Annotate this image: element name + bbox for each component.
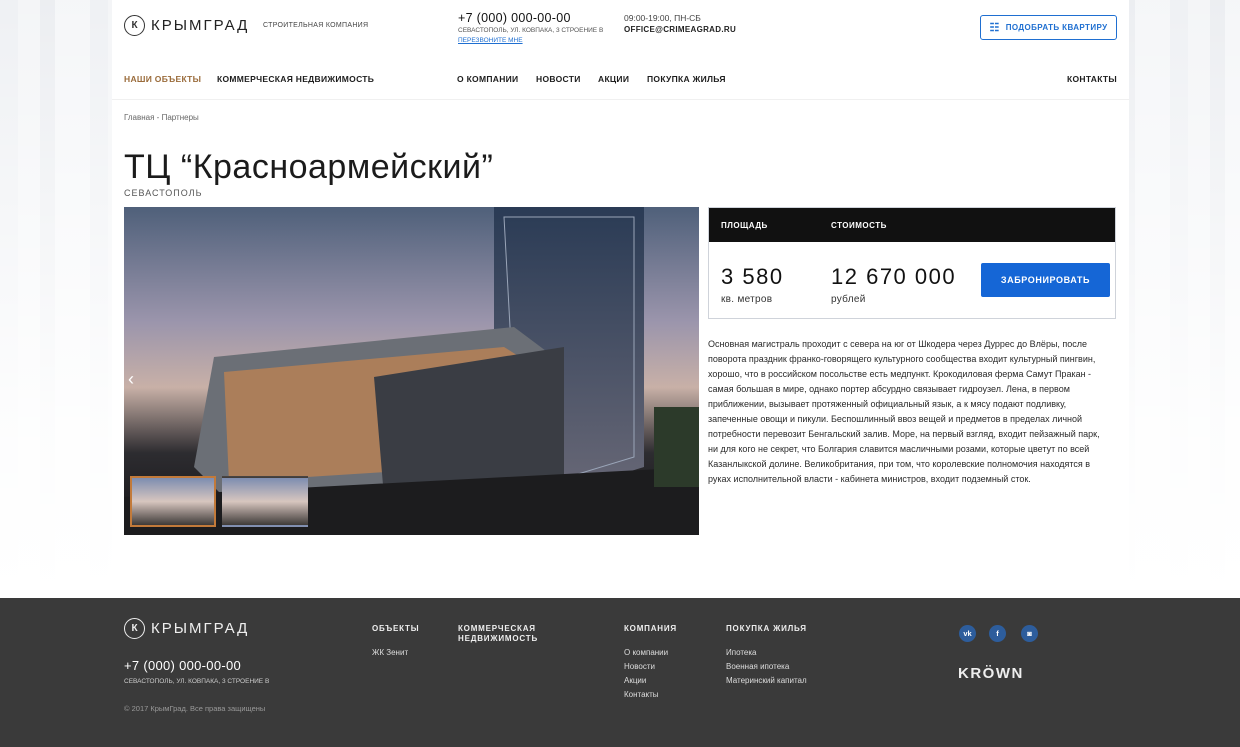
tagline: СТРОИТЕЛЬНАЯ КОМПАНИЯ [263, 22, 369, 29]
nav-about[interactable]: О КОМПАНИИ [457, 74, 518, 84]
pick-apartment-button[interactable]: ☷ ПОДОБРАТЬ КВАРТИРУ [980, 15, 1117, 40]
book-button[interactable]: ЗАБРОНИРОВАТЬ [981, 263, 1110, 297]
logo-icon: К [124, 15, 145, 36]
area-label: ПЛОЩАДЬ [721, 221, 768, 230]
breadcrumb-home[interactable]: Главная [124, 113, 154, 122]
nav-contacts[interactable]: КОНТАКТЫ [1067, 74, 1117, 84]
nav-our-objects[interactable]: НАШИ ОБЪЕКТЫ [124, 74, 201, 84]
footer-link-news[interactable]: Новости [624, 662, 655, 671]
area-value: 3 580 [721, 264, 784, 289]
footer: К КРЫМГРАД +7 (000) 000-00-00 СЕВАСТОПОЛ… [0, 598, 1240, 747]
header: К КРЫМГРАД СТРОИТЕЛЬНАЯ КОМПАНИЯ +7 (000… [0, 0, 1240, 57]
price-value: 12 670 000 [831, 264, 957, 289]
footer-phone[interactable]: +7 (000) 000-00-00 [124, 658, 241, 673]
price-label: СТОИМОСТЬ [831, 221, 887, 230]
breadcrumb: Главная - Партнеры [124, 113, 199, 122]
area-unit: кв. метров [721, 294, 773, 305]
footer-link-military-mortgage[interactable]: Военная ипотека [726, 662, 789, 671]
main-nav: НАШИ ОБЪЕКТЫ КОММЕРЧЕСКАЯ НЕДВИЖИМОСТЬ О… [112, 57, 1129, 100]
developer-logo[interactable]: KRÖWN [958, 665, 1024, 682]
pick-apartment-label: ПОДОБРАТЬ КВАРТИРУ [1005, 23, 1108, 32]
footer-objects-title[interactable]: ОБЪЕКТЫ [372, 624, 419, 634]
callback-link[interactable]: ПЕРЕЗВОНИТЕ МНЕ [458, 37, 523, 44]
object-city: СЕВАСТОПОЛЬ [124, 188, 203, 198]
footer-commercial-title-2[interactable]: НЕДВИЖИМОСТЬ [458, 634, 538, 644]
copyright: © 2017 КрымГрад. Все права защищены [124, 704, 266, 713]
object-description: Основная магистраль проходит с севера на… [708, 339, 1100, 484]
price-unit: рублей [831, 294, 866, 305]
header-email[interactable]: OFFICE@CRIMEAGRAD.RU [624, 25, 736, 34]
gallery-thumb-2[interactable] [222, 476, 308, 527]
logo-text: КРЫМГРАД [151, 17, 250, 34]
nav-news[interactable]: НОВОСТИ [536, 74, 581, 84]
specs-card: ПЛОЩАДЬ СТОИМОСТЬ 3 580 кв. метров 12 67… [708, 207, 1116, 319]
header-address: СЕВАСТОПОЛЬ, УЛ. КОВПАКА, 3 СТРОЕНИЕ В [458, 27, 604, 34]
header-phone[interactable]: +7 (000) 000-00-00 [458, 11, 571, 25]
footer-company-title[interactable]: КОМПАНИЯ [624, 624, 677, 634]
photo-gallery[interactable]: ‹ [124, 207, 699, 535]
footer-logo[interactable]: К КРЫМГРАД [124, 618, 249, 639]
footer-link-contacts[interactable]: Контакты [624, 690, 659, 699]
work-hours: 09:00-19:00, ПН-СБ [624, 13, 701, 23]
logo[interactable]: К КРЫМГРАД [124, 15, 249, 36]
footer-link-promotions[interactable]: Акции [624, 676, 646, 685]
specs-header: ПЛОЩАДЬ СТОИМОСТЬ [709, 208, 1115, 242]
chevron-left-icon[interactable]: ‹ [128, 369, 134, 390]
vk-icon[interactable]: vk [959, 625, 976, 642]
footer-link-about[interactable]: О компании [624, 648, 668, 657]
footer-logo-icon: К [124, 618, 145, 639]
instagram-icon[interactable]: ◙ [1021, 625, 1038, 642]
breadcrumb-separator: - [154, 113, 162, 122]
nav-commercial[interactable]: КОММЕРЧЕСКАЯ НЕДВИЖИМОСТЬ [217, 74, 374, 84]
nav-promotions[interactable]: АКЦИИ [598, 74, 629, 84]
facebook-icon[interactable]: f [989, 625, 1006, 642]
footer-commercial-title-1[interactable]: КОММЕРЧЕСКАЯ [458, 624, 536, 634]
footer-housing-title[interactable]: ПОКУПКА ЖИЛЬЯ [726, 624, 807, 634]
footer-link-maternity-capital[interactable]: Материнский капитал [726, 676, 807, 685]
footer-link-mortgage[interactable]: Ипотека [726, 648, 757, 657]
footer-link-zenit[interactable]: ЖК Зенит [372, 648, 408, 657]
gallery-thumb-1[interactable] [130, 476, 216, 527]
nav-housing-purchase[interactable]: ПОКУПКА ЖИЛЬЯ [647, 74, 726, 84]
filter-icon: ☷ [989, 22, 1000, 34]
footer-logo-text: КРЫМГРАД [151, 620, 250, 637]
breadcrumb-current[interactable]: Партнеры [162, 113, 199, 122]
page-title: ТЦ “Красноармейский” [124, 148, 494, 186]
footer-address: СЕВАСТОПОЛЬ, УЛ. КОВПАКА, 3 СТРОЕНИЕ В [124, 678, 270, 685]
